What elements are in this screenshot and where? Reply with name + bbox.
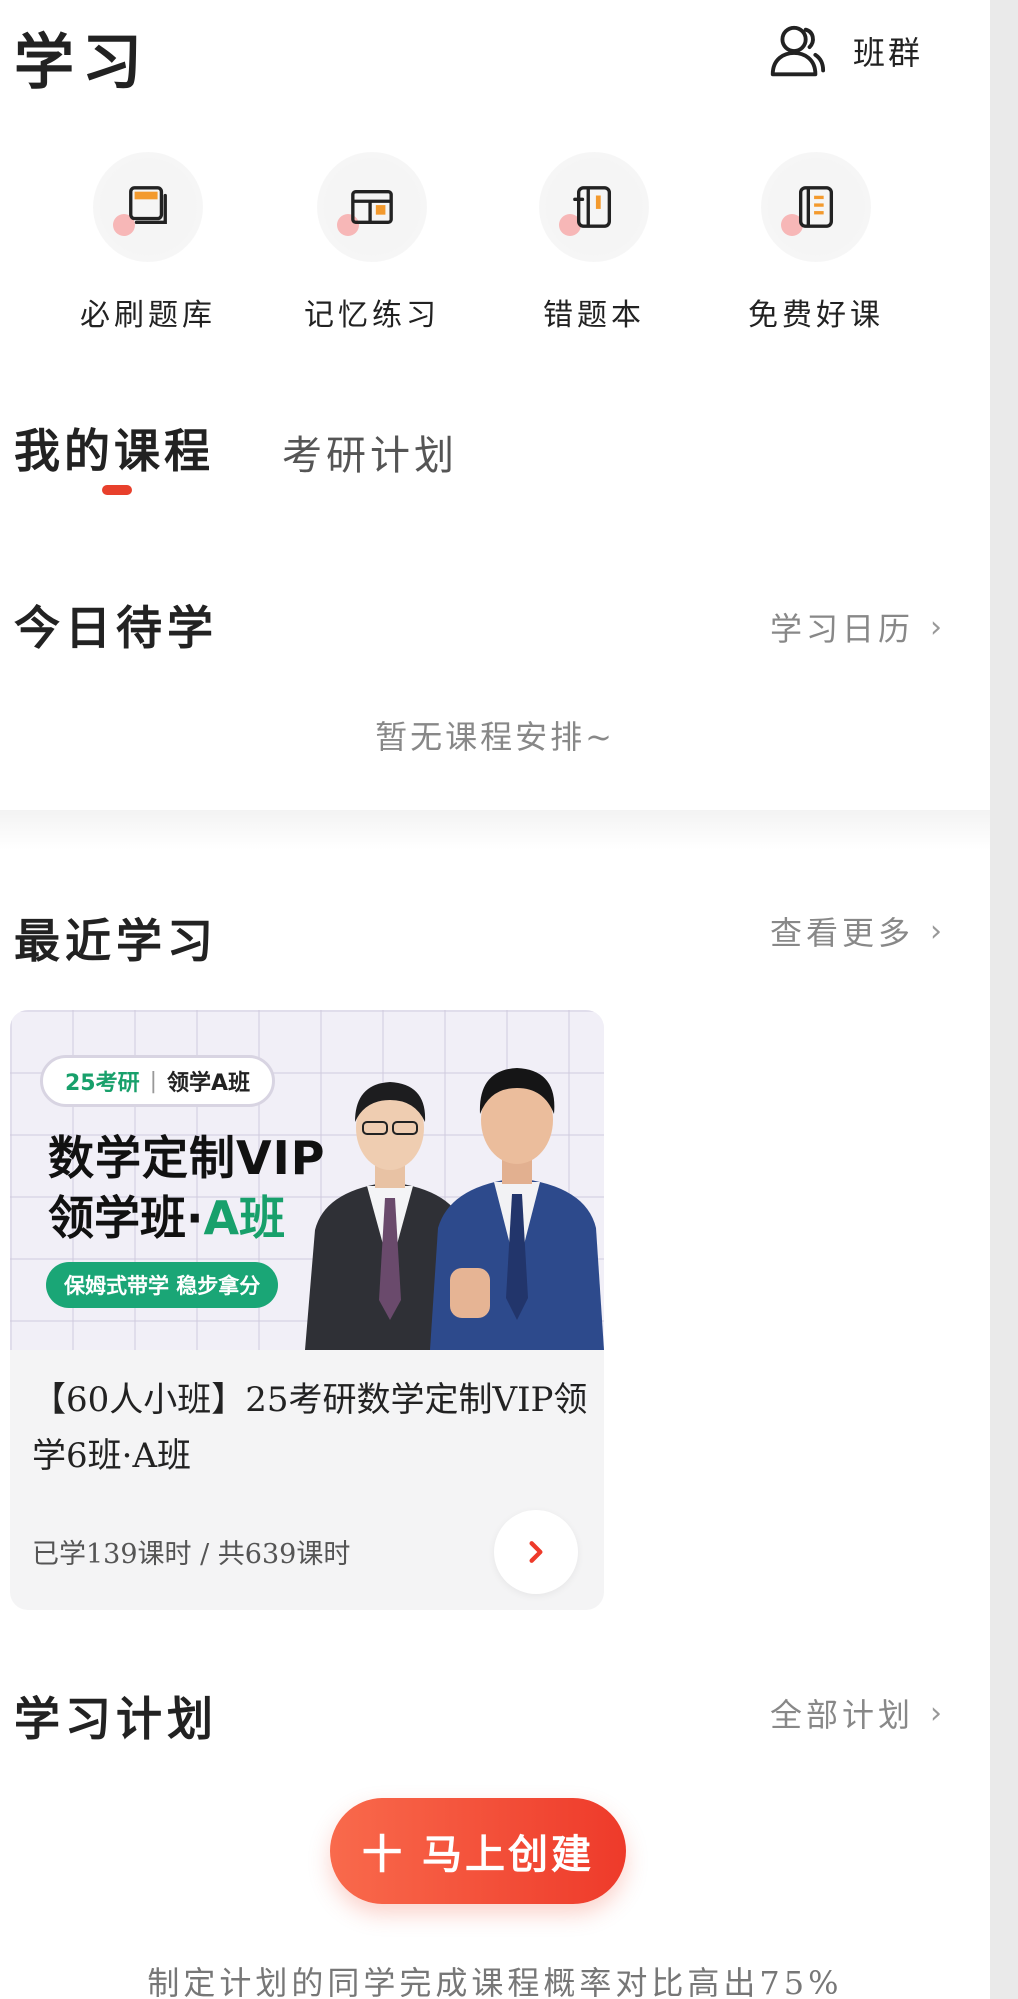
course-banner: 25考研 | 领学A班 数学定制VIP 领学班·A班 保姆式带学 稳步拿分 [10, 1010, 604, 1350]
recent-section-title: 最近学习 [14, 914, 218, 968]
banner-subheadline-main: 领学班· [48, 1191, 204, 1245]
plan-footnote: 制定计划的同学完成课程概率对比高出75% [147, 1964, 843, 1999]
free-course-icon [798, 186, 834, 228]
tab-label: 我的课程 [14, 424, 214, 478]
class-group-label: 班群 [853, 34, 924, 72]
chevron-right-icon: › [930, 913, 946, 949]
recent-course-card[interactable]: 25考研 | 领学A班 数学定制VIP 领学班·A班 保姆式带学 稳步拿分 【6… [10, 1010, 604, 1610]
course-title: 【60人小班】25考研数学定制VIP领学6班·A班 [32, 1380, 588, 1476]
class-group-button[interactable]: 班群 [765, 18, 923, 84]
teacher-photo-right [430, 1068, 604, 1350]
all-plans-label: 全部计划 [769, 1696, 914, 1734]
study-calendar-link[interactable]: 学习日历 › [770, 604, 946, 650]
quick-action-mistake-book[interactable]: 错题本 [494, 152, 694, 334]
all-plans-link[interactable]: 全部计划 › [770, 1690, 946, 1736]
course-tabs: 我的课程 考研计划 [14, 415, 458, 495]
view-more-label: 查看更多 [769, 914, 914, 952]
plan-section-title: 学习计划 [14, 1692, 218, 1746]
tab-exam-plan[interactable]: 考研计划 [282, 423, 458, 481]
course-progress: 已学139课时 / 共639课时 [32, 1539, 351, 1570]
quick-action-label: 记忆练习 [304, 298, 440, 333]
class-group-icon [770, 25, 826, 77]
banner-tag-separator: | [149, 1068, 158, 1094]
tab-my-courses[interactable]: 我的课程 [14, 415, 214, 495]
create-plan-button[interactable]: 十 马上创建 [330, 1798, 626, 1904]
banner-subheadline-highlight: A班 [203, 1191, 286, 1245]
active-tab-indicator [102, 485, 132, 495]
screen-edge [990, 0, 1018, 1999]
section-divider [0, 810, 990, 850]
quick-action-label: 免费好课 [748, 298, 884, 333]
banner-tag: 25考研 | 领学A班 [40, 1055, 276, 1107]
chevron-right-icon [529, 1541, 543, 1563]
quick-action-memory-practice[interactable]: 记忆练习 [272, 152, 472, 334]
memory-practice-icon [351, 189, 393, 225]
banner-subheadline: 领学班·A班 [48, 1182, 285, 1248]
banner-slogan: 保姆式带学 稳步拿分 [46, 1262, 279, 1308]
question-bank-icon [129, 186, 167, 225]
quick-action-label: 错题本 [543, 298, 645, 333]
quick-action-question-bank[interactable]: 必刷题库 [48, 152, 248, 334]
today-section-title: 今日待学 [14, 601, 218, 655]
banner-headline: 数学定制VIP [48, 1131, 326, 1185]
empty-schedule-text: 暂无课程安排~ [375, 718, 615, 756]
quick-action-label: 必刷题库 [80, 298, 216, 333]
quick-action-free-course[interactable]: 免费好课 [716, 152, 916, 334]
mistake-book-icon [573, 186, 612, 228]
study-calendar-label: 学习日历 [769, 610, 914, 648]
page-title: 学习 [14, 28, 150, 98]
view-more-link[interactable]: 查看更多 › [770, 908, 946, 954]
continue-course-button[interactable] [494, 1510, 578, 1594]
banner-tag-class: 领学A班 [167, 1071, 251, 1096]
chevron-right-icon: › [930, 609, 946, 645]
study-page: 学习 班群 必刷题库 记忆练习 错题本 免费好课 我的课程 考研计划 今日待学 … [0, 0, 990, 1999]
banner-tag-year: 25考研 [65, 1071, 140, 1096]
chevron-right-icon: › [930, 1695, 946, 1731]
